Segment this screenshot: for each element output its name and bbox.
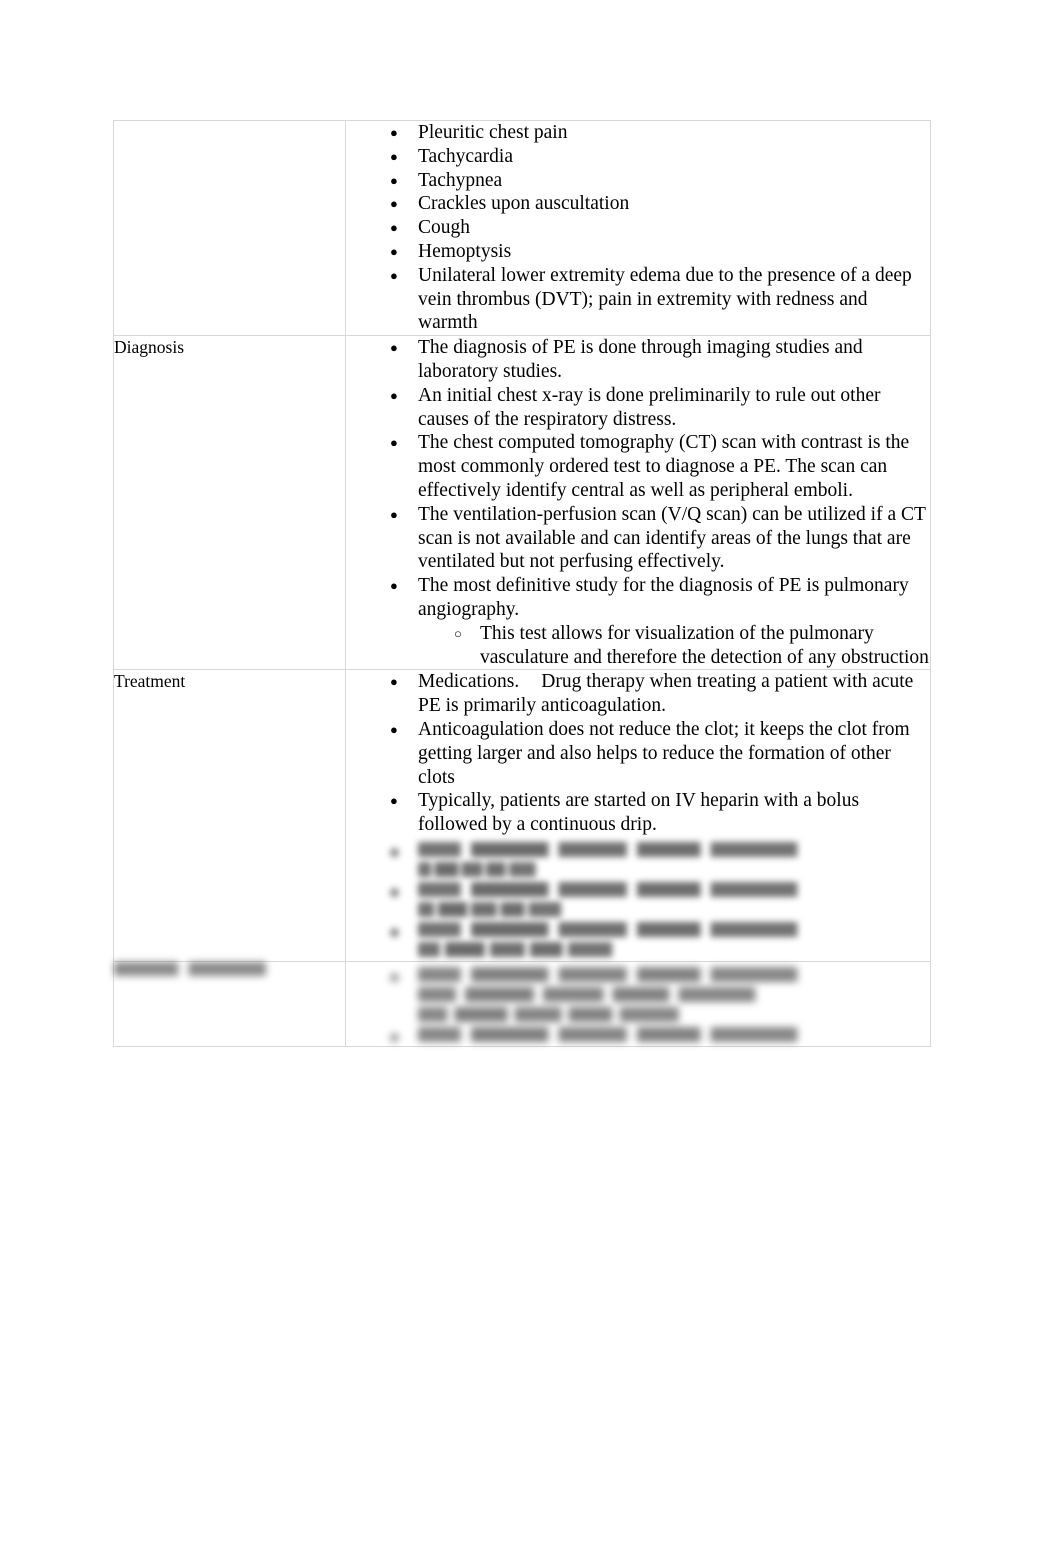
list-item-text: An initial chest x-ray is done prelimina… [418,384,881,430]
redacted-text-line [418,1006,736,1022]
list-item-text: Hemoptysis [418,240,512,262]
medications-label: Medications. [418,671,520,693]
list-item: Medications.Drug therapy when treating a… [346,670,930,718]
redacted-list-item [346,921,930,957]
row-body-cell: Pleuritic chest pain Tachycardia Tachypn… [345,119,931,337]
list-item-text: Crackles upon auscultation [418,193,630,215]
illegible-note: Portions of this page are blurred and un… [0,0,1,1]
sub-bullet-list: This test allows for visualization of th… [418,622,930,670]
list-item: Pleuritic chest pain [346,121,930,145]
list-item: Hemoptysis [346,240,930,264]
redacted-text-line [418,966,879,982]
redacted-text-line [418,941,654,957]
list-item: The chest computed tomography (CT) scan … [346,431,930,502]
redacted-text-line [418,1026,879,1042]
bullet-list: Medications.Drug therapy when treating a… [346,670,930,837]
row-body-cell: Medications.Drug therapy when treating a… [345,669,931,962]
notes-table: Pleuritic chest pain Tachycardia Tachypn… [113,119,931,1051]
redacted-list-item [346,841,930,877]
bullet-icon [390,847,399,857]
list-item-text: The most definitive study for the diagno… [418,575,909,620]
redacted-bullet-list [346,841,930,957]
redacted-list-item [346,881,930,917]
list-item-text: Tachycardia [418,145,513,167]
sub-list-item: This test allows for visualization of th… [418,622,930,670]
list-item-text: Cough [418,217,471,239]
list-item: Crackles upon auscultation [346,192,930,216]
row-label-treatment: Treatment [114,671,186,692]
redacted-text-line [418,986,828,1002]
list-item-text: Anticoagulation does not reduce the clot… [418,718,910,788]
redacted-text-line [418,921,879,937]
list-item-text: Unilateral lower extremity edema due to … [418,264,912,334]
list-item-text: Pleuritic chest pain [418,122,568,143]
list-item: Anticoagulation does not reduce the clot… [346,718,930,789]
row-body-cell [345,960,931,1051]
list-item-text: Tachypnea [418,169,503,191]
table-row: Treatment Medications.Drug therapy when … [113,669,931,962]
bullet-icon [390,887,399,897]
bullet-icon [390,972,399,982]
redacted-list-item [346,966,930,1022]
table-row [113,960,931,1051]
list-item: Typically, patients are started on IV he… [346,789,930,837]
list-item: An initial chest x-ray is done prelimina… [346,384,930,432]
list-item-text: The diagnosis of PE is done through imag… [418,337,863,382]
redacted-text-line [418,861,562,877]
bullet-icon [390,927,399,937]
list-item-text: The chest computed tomography (CT) scan … [418,432,910,501]
row-label-cell: Treatment [113,669,346,962]
list-item: Unilateral lower extremity edema due to … [346,264,930,335]
redacted-row-label [114,961,266,976]
table-row: Diagnosis The diagnosis of PE is done th… [113,335,931,671]
document-page: Pleuritic chest pain Tachycardia Tachypn… [0,0,1062,1561]
bullet-list: Pleuritic chest pain Tachycardia Tachypn… [346,121,930,335]
list-item: The most definitive study for the diagno… [346,574,930,669]
row-label-cell: Diagnosis [113,335,346,671]
list-item: Cough [346,216,930,240]
redacted-text-line [418,881,879,897]
bullet-list: The diagnosis of PE is done through imag… [346,336,930,669]
list-item-text: The ventilation-perfusion scan (V/Q scan… [418,503,926,573]
row-label-cell [113,119,346,337]
row-label-cell [113,960,346,1047]
redacted-list-item [346,1026,930,1051]
row-label-diagnosis: Diagnosis [114,337,184,358]
list-item: The diagnosis of PE is done through imag… [346,336,930,384]
bullet-icon [390,1032,399,1042]
list-item: Tachycardia [346,145,930,169]
redacted-text-line [418,841,879,857]
list-item-text: Typically, patients are started on IV he… [418,790,860,836]
table-row: Pleuritic chest pain Tachycardia Tachypn… [113,119,931,337]
list-item: Tachypnea [346,169,930,193]
redacted-text-line [418,901,593,917]
list-item: The ventilation-perfusion scan (V/Q scan… [346,503,930,574]
redacted-bullet-list [346,966,930,1051]
row-body-cell: The diagnosis of PE is done through imag… [345,335,931,671]
sub-list-item-text: This test allows for visualization of th… [480,622,929,668]
list-item-text: Medications.Drug therapy when treating a… [418,670,930,718]
